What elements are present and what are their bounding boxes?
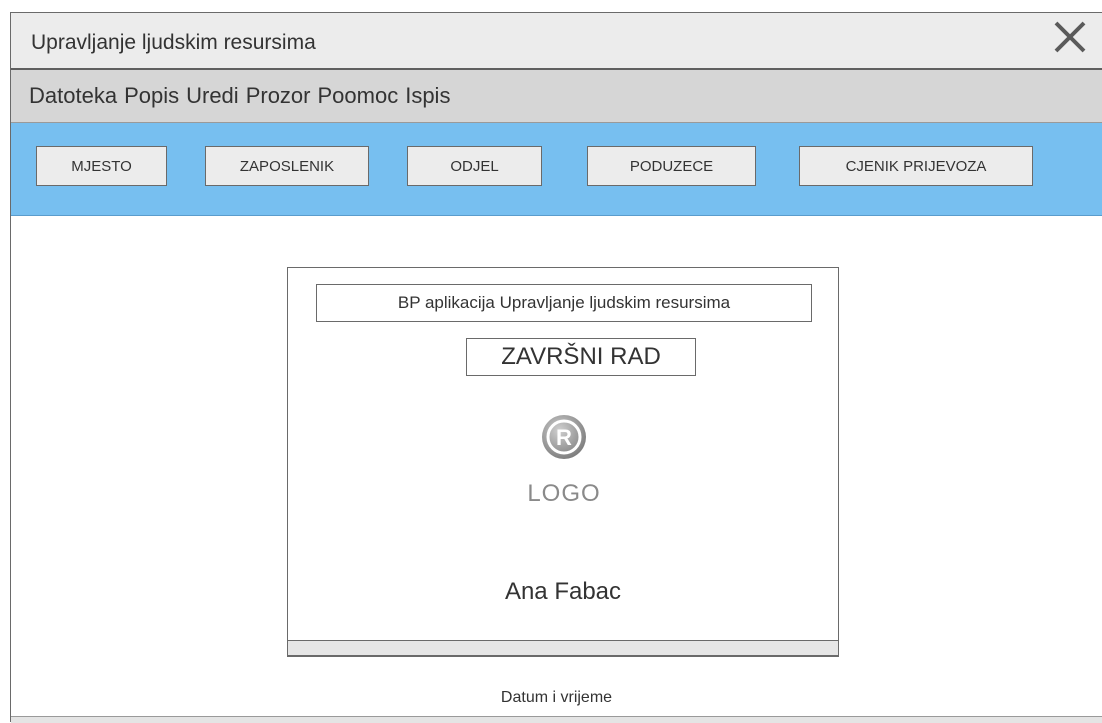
logo-text: LOGO xyxy=(527,480,601,507)
odjel-button[interactable]: ODJEL xyxy=(407,146,542,186)
menu-item-prozor[interactable]: Prozor xyxy=(246,83,311,109)
close-icon[interactable] xyxy=(1050,17,1090,57)
toolbar: MJESTO ZAPOSLENIK ODJEL PODUZECE CJENIK … xyxy=(11,123,1102,216)
poduzece-button[interactable]: PODUZECE xyxy=(587,146,756,186)
author-name: Ana Fabac xyxy=(504,578,622,605)
app-window: Upravljanje ljudskim resursima Datoteka … xyxy=(10,12,1102,723)
svg-text:R: R xyxy=(556,425,572,450)
title-bar: Upravljanje ljudskim resursima xyxy=(11,13,1102,70)
registered-trademark-icon: R xyxy=(542,415,586,459)
menu-item-poomoc[interactable]: Poomoc xyxy=(317,83,398,109)
logo: R LOGO xyxy=(514,414,614,514)
thesis-label: ZAVRŠNI RAD xyxy=(466,338,696,376)
menu-item-uredi[interactable]: Uredi xyxy=(186,83,239,109)
splash-panel: BP aplikacija Upravljanje ljudskim resur… xyxy=(287,267,839,657)
app-title-label: BP aplikacija Upravljanje ljudskim resur… xyxy=(316,284,812,322)
mjesto-button[interactable]: MJESTO xyxy=(36,146,167,186)
datetime-label: Datum i vrijeme xyxy=(500,689,613,706)
progress-bar xyxy=(287,640,839,656)
cjenik-prijevoza-button[interactable]: CJENIK PRIJEVOZA xyxy=(799,146,1033,186)
zaposlenik-button[interactable]: ZAPOSLENIK xyxy=(205,146,369,186)
menu-item-popis[interactable]: Popis xyxy=(124,83,179,109)
menu-item-ispis[interactable]: Ispis xyxy=(405,83,450,109)
menu-bar: Datoteka Popis Uredi Prozor Poomoc Ispis xyxy=(11,70,1102,123)
window-title: Upravljanje ljudskim resursima xyxy=(31,31,316,54)
menu-item-datoteka[interactable]: Datoteka xyxy=(29,83,117,109)
